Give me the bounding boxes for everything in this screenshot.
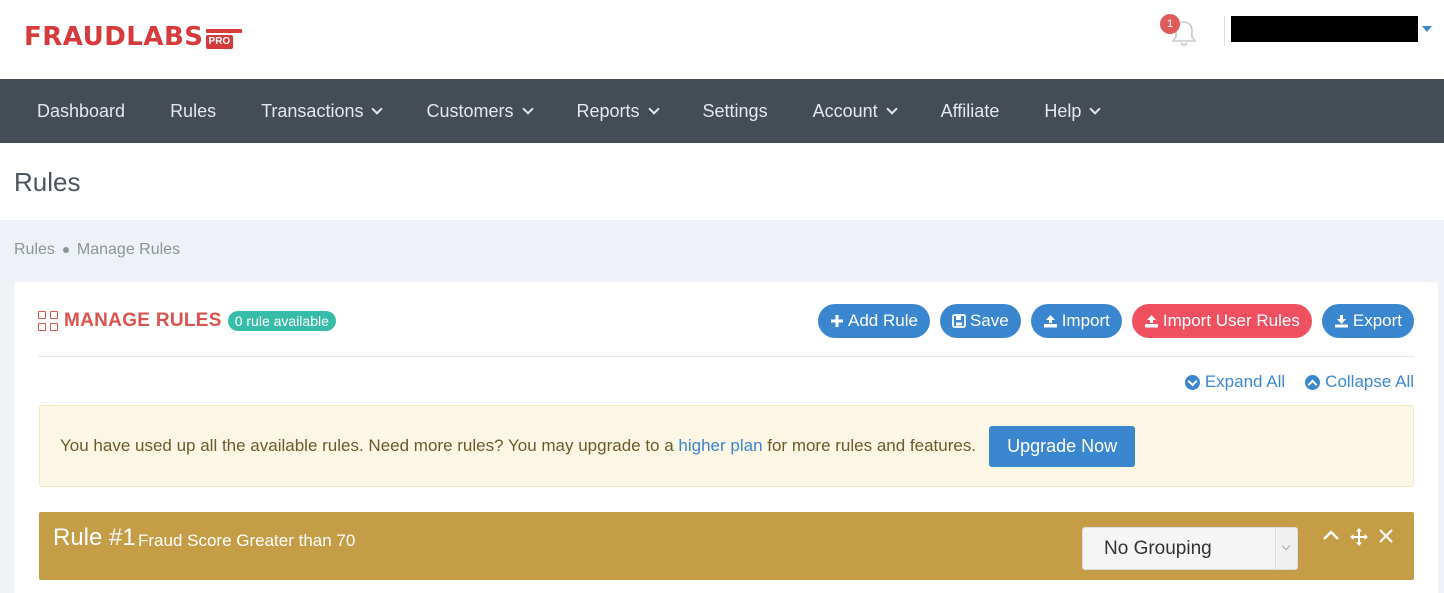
brand-name: FRAUDLABS bbox=[24, 22, 204, 52]
expand-all-link[interactable]: Expand All bbox=[1184, 372, 1285, 392]
plus-icon bbox=[831, 315, 843, 327]
nav-item-reports[interactable]: Reports bbox=[554, 79, 680, 143]
import-user-rules-button[interactable]: Import User Rules bbox=[1131, 304, 1312, 338]
user-name-redacted[interactable] bbox=[1231, 16, 1418, 42]
card-title: MANAGE RULES 0 rule available bbox=[38, 310, 336, 332]
nav-item-account[interactable]: Account bbox=[790, 79, 918, 143]
brand-logo[interactable]: FRAUDLABS PRO bbox=[24, 22, 242, 52]
chevron-circle-up-icon bbox=[1305, 374, 1321, 390]
save-button[interactable]: Save bbox=[939, 304, 1021, 338]
chevron-down-icon bbox=[885, 102, 898, 115]
breadcrumb-item-manage-rules: Manage Rules bbox=[76, 241, 181, 258]
rule-number: Rule #1 bbox=[53, 524, 136, 551]
divider bbox=[1224, 16, 1225, 46]
rule-description: Fraud Score Greater than 70 bbox=[138, 531, 356, 550]
nav-item-rules[interactable]: Rules bbox=[147, 79, 238, 143]
breadcrumb: Rules Manage Rules bbox=[14, 241, 180, 259]
grid-icon bbox=[38, 311, 58, 331]
nav-item-customers[interactable]: Customers bbox=[403, 79, 553, 143]
add-rule-button[interactable]: Add Rule bbox=[818, 304, 930, 338]
manage-rules-card: MANAGE RULES 0 rule available Add Rule S… bbox=[14, 282, 1438, 593]
upload-icon bbox=[1043, 315, 1057, 328]
caret-down-icon[interactable] bbox=[1422, 26, 1432, 32]
main-nav: Dashboard Rules Transactions Customers R… bbox=[0, 79, 1444, 143]
upload-icon bbox=[1144, 315, 1158, 328]
card-actions: Add Rule Save Import Import User Rules E… bbox=[818, 304, 1414, 338]
divider bbox=[38, 356, 1414, 357]
page-title: Rules bbox=[14, 167, 81, 197]
import-button[interactable]: Import bbox=[1030, 304, 1122, 338]
download-icon bbox=[1334, 315, 1348, 328]
chevron-down-icon bbox=[1089, 102, 1102, 115]
collapse-all-link[interactable]: Collapse All bbox=[1305, 372, 1414, 392]
chevron-down-icon bbox=[1275, 528, 1297, 569]
move-icon[interactable] bbox=[1349, 527, 1369, 547]
expand-collapse-controls: Expand All Collapse All bbox=[1184, 372, 1414, 392]
upgrade-alert: You have used up all the available rules… bbox=[39, 405, 1414, 487]
nav-item-help[interactable]: Help bbox=[1021, 79, 1121, 143]
chevron-down-icon bbox=[647, 102, 660, 115]
rules-available-badge: 0 rule available bbox=[227, 311, 336, 331]
top-header: FRAUDLABS PRO 1 bbox=[0, 0, 1444, 79]
notification-badge: 1 bbox=[1160, 14, 1180, 34]
card-title-text: MANAGE RULES bbox=[64, 310, 222, 331]
nav-item-settings[interactable]: Settings bbox=[680, 79, 790, 143]
brand-badge: PRO bbox=[205, 35, 234, 49]
grouping-select[interactable]: No Grouping bbox=[1082, 527, 1298, 570]
chevron-down-icon bbox=[521, 102, 534, 115]
nav-item-affiliate[interactable]: Affiliate bbox=[918, 79, 1022, 143]
export-button[interactable]: Export bbox=[1321, 304, 1414, 338]
nav-item-dashboard[interactable]: Dashboard bbox=[14, 79, 147, 143]
chevron-circle-down-icon bbox=[1184, 374, 1200, 390]
breadcrumb-item-rules[interactable]: Rules bbox=[14, 241, 55, 259]
nav-item-transactions[interactable]: Transactions bbox=[238, 79, 403, 143]
floppy-icon bbox=[952, 314, 966, 328]
higher-plan-link[interactable]: higher plan bbox=[678, 436, 762, 455]
chevron-up-icon[interactable] bbox=[1322, 527, 1340, 545]
page-header: Rules bbox=[0, 143, 1444, 220]
chevron-down-icon bbox=[371, 102, 384, 115]
bullet-icon bbox=[62, 247, 69, 253]
alert-text: You have used up all the available rules… bbox=[60, 436, 977, 455]
rule-panel-header: Rule #1 Fraud Score Greater than 70 No G… bbox=[39, 512, 1414, 580]
upgrade-now-button[interactable]: Upgrade Now bbox=[989, 425, 1136, 467]
close-icon[interactable] bbox=[1377, 527, 1395, 545]
